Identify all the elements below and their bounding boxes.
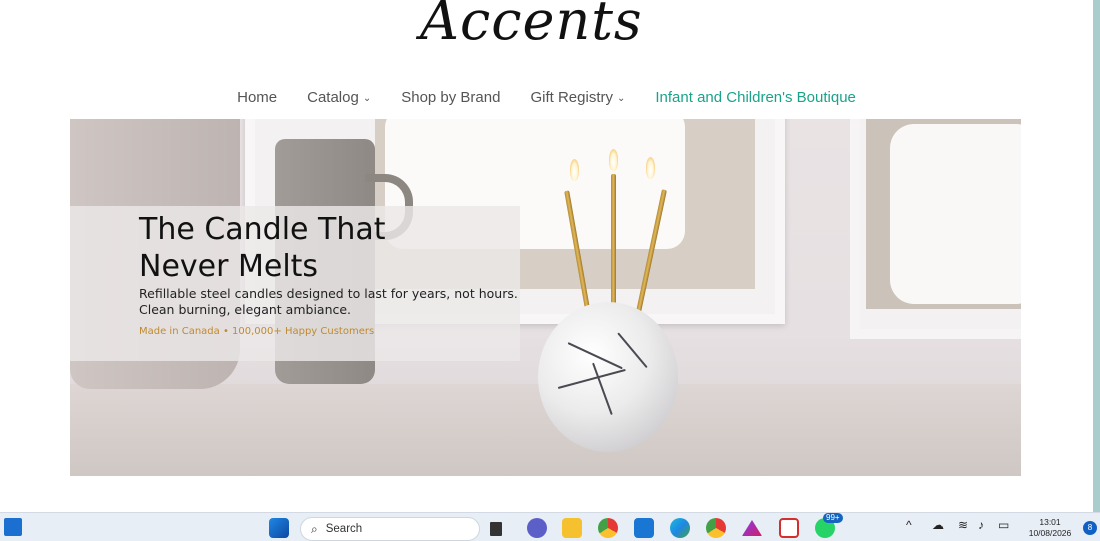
microsoft-store-icon[interactable] (634, 518, 654, 538)
hero-banner[interactable]: The Candle That Never Melts Refillable s… (70, 119, 1021, 476)
nav-gift-registry-label: Gift Registry (530, 88, 613, 106)
clock-date: 10/08/2026 (1028, 528, 1072, 538)
hero-title-line: Never Melts (139, 249, 319, 284)
search-icon: ⌕ (311, 521, 318, 536)
nav-gift-registry[interactable]: Gift Registry ⌄ (530, 84, 625, 110)
flame-icon (609, 149, 618, 171)
chevron-down-icon: ⌄ (362, 92, 372, 104)
nav-shop-by-brand[interactable]: Shop by Brand (401, 84, 500, 110)
nav-home-label: Home (237, 88, 278, 106)
edge-icon[interactable] (670, 518, 690, 538)
search-placeholder: Search (325, 523, 363, 535)
teams-icon[interactable] (527, 518, 547, 538)
nav-catalog[interactable]: Catalog ⌄ (307, 84, 371, 110)
clock-time: 13:01 (1039, 517, 1061, 527)
widgets-icon[interactable] (4, 518, 22, 536)
chevron-down-icon: ⌄ (616, 92, 626, 104)
onedrive-icon[interactable]: ☁ (932, 518, 944, 532)
site-logo[interactable]: Accents (420, 0, 680, 56)
start-icon[interactable] (269, 518, 289, 538)
taskbar-search[interactable]: ⌕ Search (300, 517, 480, 541)
windows-taskbar: ⌕ Search 99+ ^ ☁ ≋ ♪ ▭ 13:01 10/08/2026 … (0, 512, 1100, 541)
main-nav: Home Catalog ⌄ Shop by Brand Gift Registr… (0, 84, 1093, 110)
chrome-profile-icon[interactable] (706, 518, 726, 538)
file-icon[interactable] (490, 522, 502, 536)
hero-tagline: Made in Canada • 100,000+ Happy Customer… (139, 326, 375, 337)
chrome-icon[interactable] (598, 518, 618, 538)
flame-icon (570, 159, 579, 181)
hero-title: The Candle That Never Melts (139, 211, 499, 285)
hero-title-line: The Candle That (139, 212, 386, 247)
hero-subtitle-line: Refillable steel candles designed to las… (139, 286, 518, 301)
system-clock[interactable]: 13:01 10/08/2026 (1022, 517, 1078, 539)
hero-subtitle-line: Clean burning, elegant ambiance. (139, 302, 352, 317)
candle-stick (611, 174, 616, 309)
wall-art-frame (850, 119, 1021, 339)
nav-infant-childrens-boutique-label: Infant and Children's Boutique (655, 88, 856, 106)
window-edge (1093, 0, 1100, 512)
wifi-icon[interactable]: ≋ (958, 518, 968, 532)
nav-catalog-label: Catalog (307, 88, 359, 106)
notification-badge[interactable]: 8 (1083, 521, 1097, 535)
chevron-up-icon[interactable]: ^ (906, 518, 912, 532)
flame-icon (646, 157, 655, 179)
nav-home[interactable]: Home (237, 84, 277, 110)
battery-icon[interactable]: ▭ (998, 518, 1009, 532)
hero-subtitle: Refillable steel candles designed to las… (139, 286, 519, 318)
marble-candle-holder (538, 302, 678, 452)
file-explorer-icon[interactable] (562, 518, 582, 538)
affinity-icon[interactable] (742, 520, 762, 536)
nav-infant-childrens-boutique[interactable]: Infant and Children's Boutique (655, 84, 856, 110)
nav-shop-by-brand-label: Shop by Brand (401, 88, 501, 106)
volume-icon[interactable]: ♪ (978, 518, 984, 532)
snipping-tool-icon[interactable] (779, 518, 799, 538)
whatsapp-badge: 99+ (823, 513, 843, 523)
whatsapp-icon[interactable]: 99+ (815, 513, 843, 538)
